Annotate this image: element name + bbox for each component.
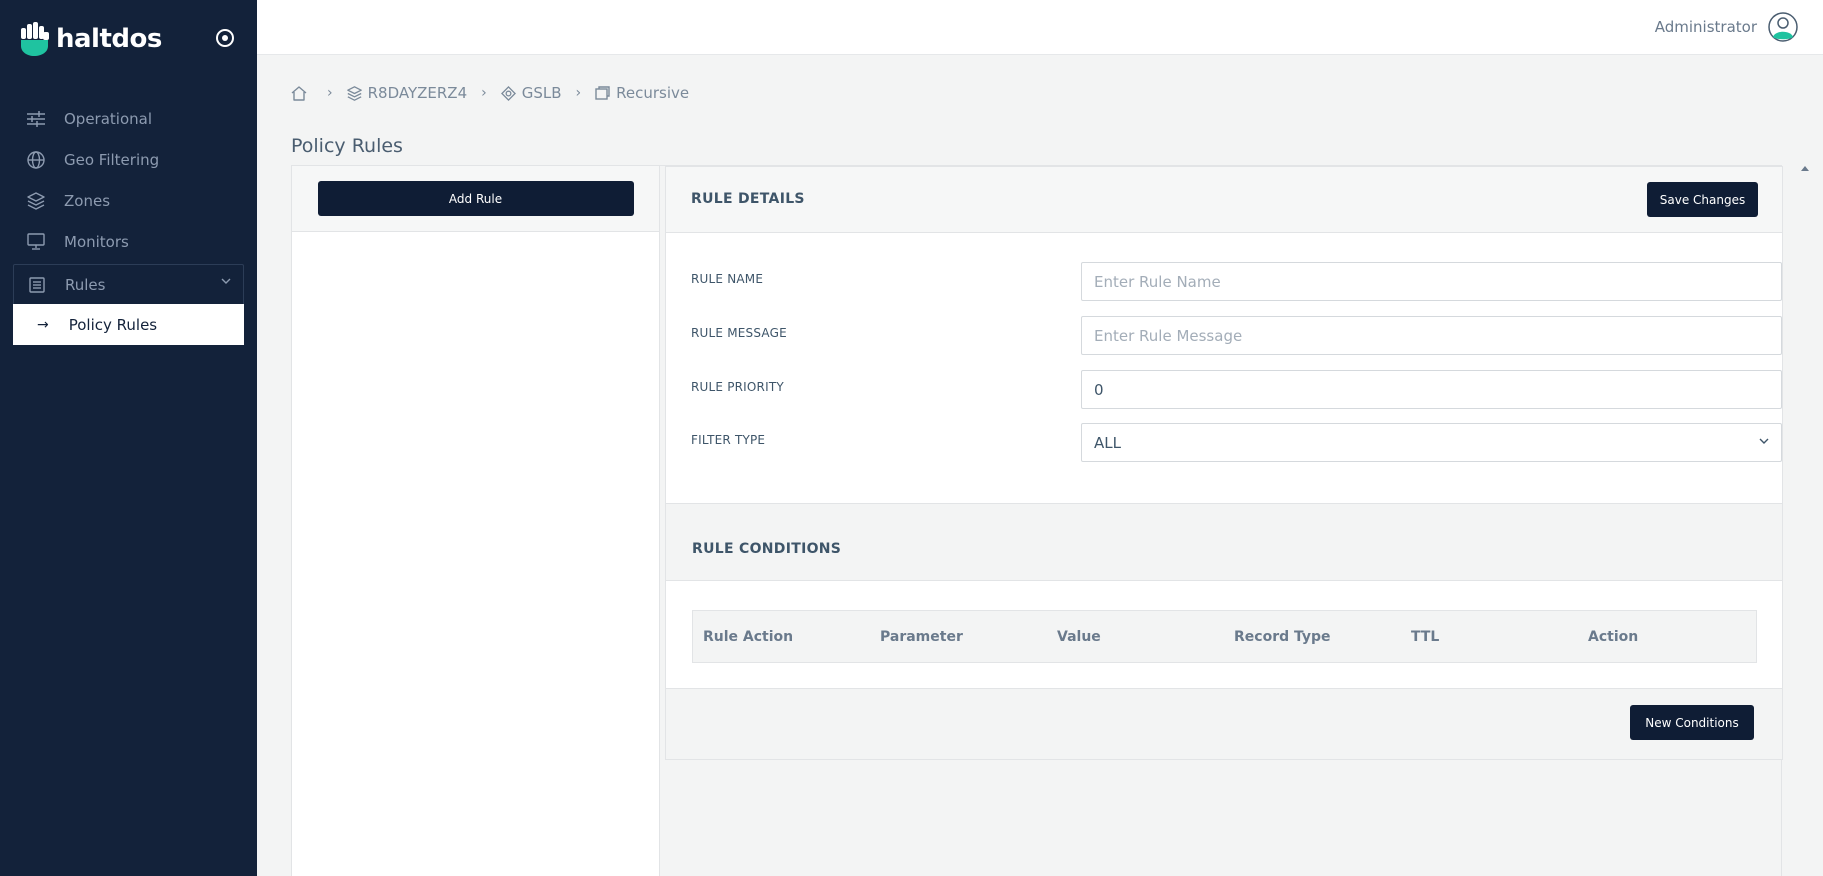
sidebar-subitem-policy-rules[interactable]: → Policy Rules xyxy=(13,304,244,345)
new-conditions-button[interactable]: New Conditions xyxy=(1630,705,1754,740)
column-header: Value xyxy=(1057,628,1101,645)
sidebar-item-label: Rules xyxy=(65,275,106,294)
rule-conditions-title: RULE CONDITIONS xyxy=(692,541,842,557)
breadcrumb-home[interactable] xyxy=(291,85,313,101)
column-header: TTL xyxy=(1411,628,1440,645)
sidebar-item-label: Zones xyxy=(64,191,111,210)
sidebar-toggle-icon[interactable] xyxy=(214,27,236,49)
breadcrumb-separator: › xyxy=(327,85,333,101)
layers-icon xyxy=(346,85,362,101)
rule-priority-row: RULE PRIORITY 0 xyxy=(691,370,1782,410)
avatar[interactable] xyxy=(1768,12,1798,42)
breadcrumb-zone[interactable]: R8DAYZERZ4 xyxy=(346,84,468,102)
breadcrumb-gslb[interactable]: GSLB xyxy=(500,84,562,102)
sidebar-item-geo-filtering[interactable]: Geo Filtering xyxy=(0,139,257,180)
target-icon xyxy=(500,85,516,101)
rule-conditions-header: RULE CONDITIONS xyxy=(666,503,1782,581)
filter-type-value: ALL xyxy=(1094,433,1121,452)
conditions-table-header: Rule Action Parameter Value Record Type … xyxy=(692,610,1757,663)
rule-message-label: RULE MESSAGE xyxy=(691,326,787,340)
topbar: Administrator xyxy=(257,0,1823,55)
rule-name-row: RULE NAME Enter Rule Name xyxy=(691,262,1782,302)
rule-priority-label: RULE PRIORITY xyxy=(691,380,784,394)
rule-message-row: RULE MESSAGE Enter Rule Message xyxy=(691,316,1782,356)
rules-list-panel: Add Rule xyxy=(291,165,660,876)
rule-conditions-footer: New Conditions xyxy=(666,689,1782,759)
breadcrumb: › R8DAYZERZ4 › GSLB › Recursive xyxy=(291,84,689,102)
user-name: Administrator xyxy=(1654,18,1757,36)
sidebar-item-zones[interactable]: Zones xyxy=(0,180,257,221)
monitor-icon xyxy=(26,232,46,252)
rule-editor-area: RULE DETAILS Save Changes RULE NAME Ente… xyxy=(659,165,1783,876)
sidebar-item-operational[interactable]: Operational xyxy=(0,98,257,139)
sidebar-nav: Operational Geo Filtering Zones Monitors… xyxy=(0,98,257,345)
sidebar: haltdos Operational Geo Filtering Zones xyxy=(0,0,257,876)
rule-details-card: RULE DETAILS Save Changes RULE NAME Ente… xyxy=(665,166,1783,760)
breadcrumb-label: Recursive xyxy=(616,84,690,102)
filter-type-label: FILTER TYPE xyxy=(691,433,766,447)
user-menu[interactable]: Administrator xyxy=(1655,12,1798,42)
filter-type-row: FILTER TYPE ALL xyxy=(691,423,1782,463)
sliders-icon xyxy=(26,109,46,129)
column-header: Parameter xyxy=(880,628,963,645)
breadcrumb-recursive[interactable]: Recursive xyxy=(595,84,689,102)
breadcrumb-label: R8DAYZERZ4 xyxy=(367,84,468,102)
logo-fist-icon xyxy=(21,22,49,56)
logo[interactable]: haltdos xyxy=(20,22,162,56)
breadcrumb-separator: › xyxy=(575,85,582,101)
rule-details-title: RULE DETAILS xyxy=(691,191,805,207)
column-header: Rule Action xyxy=(703,628,794,645)
chevron-down-icon xyxy=(1759,438,1769,444)
sidebar-item-label: Geo Filtering xyxy=(64,150,160,169)
sidebar-item-label: Operational xyxy=(64,109,153,128)
scrollbar-up-arrow[interactable] xyxy=(1801,166,1809,171)
window-icon xyxy=(595,86,610,100)
sidebar-subitem-label: Policy Rules xyxy=(68,315,158,334)
rule-details-header: RULE DETAILS Save Changes xyxy=(666,167,1782,233)
column-header: Action xyxy=(1588,628,1639,645)
breadcrumb-label: GSLB xyxy=(521,84,562,102)
arrow-right-icon: → xyxy=(37,316,49,333)
logo-text: haltdos xyxy=(56,24,162,54)
rule-details-form: RULE NAME Enter Rule Name RULE MESSAGE E… xyxy=(666,233,1782,503)
home-icon xyxy=(291,85,307,101)
layers-icon xyxy=(26,191,46,211)
column-header: Record Type xyxy=(1234,628,1331,645)
list-icon xyxy=(27,275,47,295)
add-rule-button[interactable]: Add Rule xyxy=(317,181,634,216)
rule-priority-input[interactable]: 0 xyxy=(1081,370,1782,409)
save-changes-button[interactable]: Save Changes xyxy=(1647,182,1758,217)
rule-name-label: RULE NAME xyxy=(691,272,764,286)
sidebar-item-monitors[interactable]: Monitors xyxy=(0,221,257,262)
chevron-down-icon xyxy=(221,278,231,284)
rule-message-input[interactable]: Enter Rule Message xyxy=(1081,316,1782,355)
breadcrumb-separator: › xyxy=(481,85,487,101)
rules-list-header: Add Rule xyxy=(292,166,659,232)
rule-name-input[interactable]: Enter Rule Name xyxy=(1081,262,1782,301)
rule-conditions-body: Rule Action Parameter Value Record Type … xyxy=(666,581,1782,689)
page-title: Policy Rules xyxy=(291,135,403,157)
sidebar-item-label: Monitors xyxy=(64,232,129,251)
globe-icon xyxy=(26,150,46,170)
filter-type-select[interactable]: ALL xyxy=(1081,423,1782,462)
sidebar-item-rules[interactable]: Rules xyxy=(13,264,244,304)
